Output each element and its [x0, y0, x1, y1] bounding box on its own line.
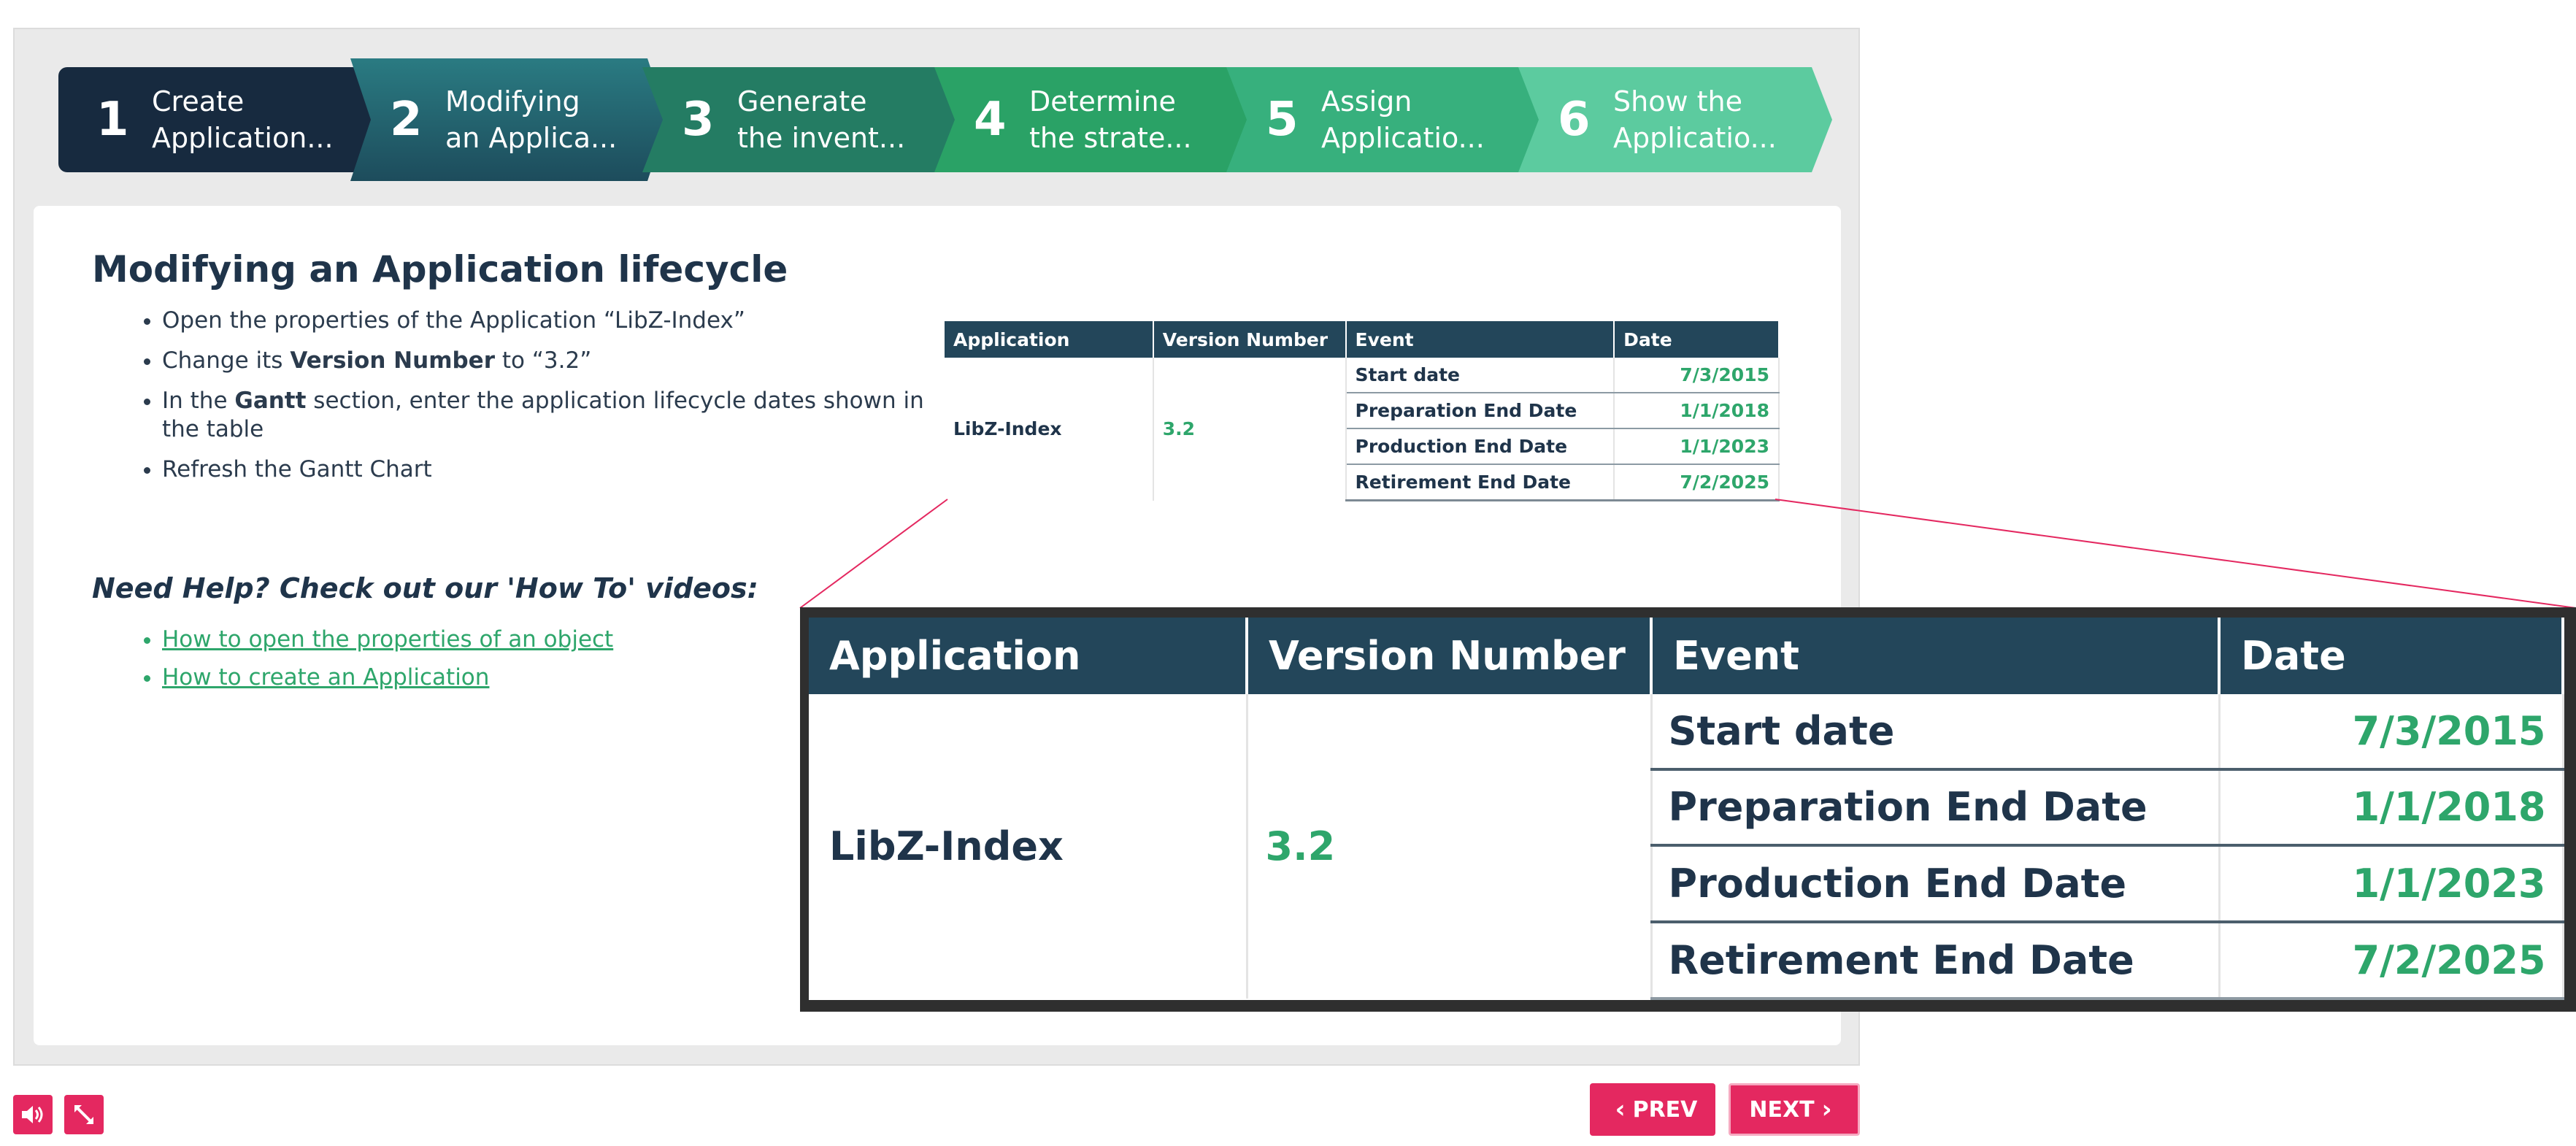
application-cell: LibZ-Index [809, 693, 1248, 999]
next-label: NEXT [1749, 1096, 1815, 1123]
event-cell: Preparation End Date [1651, 769, 2221, 847]
date-cell: 1/1/2018 [2219, 769, 2564, 847]
zoom-panel: Application Version Number Event Date Li… [800, 607, 2576, 1012]
date-cell: 1/1/2023 [2219, 845, 2564, 924]
chevron-left-icon: ‹ [1615, 1095, 1626, 1124]
fullscreen-button[interactable] [64, 1095, 104, 1134]
column-header: Version Number [1247, 618, 1653, 694]
event-cell: Retirement End Date [1651, 922, 2221, 1000]
version-cell: 3.2 [1247, 693, 1653, 999]
column-header: Application [809, 618, 1248, 694]
audio-button[interactable] [13, 1095, 53, 1134]
chevron-right-icon: › [1821, 1095, 1832, 1124]
connector-line-left [799, 499, 948, 609]
date-cell: 7/3/2015 [2219, 693, 2564, 771]
speaker-icon [22, 1106, 43, 1123]
connector-line-right [1775, 499, 2576, 609]
prev-button[interactable]: ‹ PREV [1590, 1083, 1715, 1136]
next-button[interactable]: NEXT › [1729, 1083, 1860, 1136]
date-cell: 7/2/2025 [2219, 922, 2564, 1000]
column-header: Date [2219, 618, 2564, 694]
zoom-content: Application Version Number Event Date Li… [809, 618, 2564, 1000]
table-header-row: Application Version Number Event Date [809, 618, 2564, 694]
event-cell: Start date [1651, 693, 2221, 771]
event-cell: Production End Date [1651, 845, 2221, 924]
prev-label: PREV [1632, 1096, 1698, 1123]
column-header: Event [1651, 618, 2221, 694]
expand-icon [74, 1105, 93, 1124]
zoomed-lifecycle-table: Application Version Number Event Date Li… [809, 618, 2564, 1000]
table-row: LibZ-Index 3.2 Start date 7/3/2015 [809, 693, 2564, 999]
